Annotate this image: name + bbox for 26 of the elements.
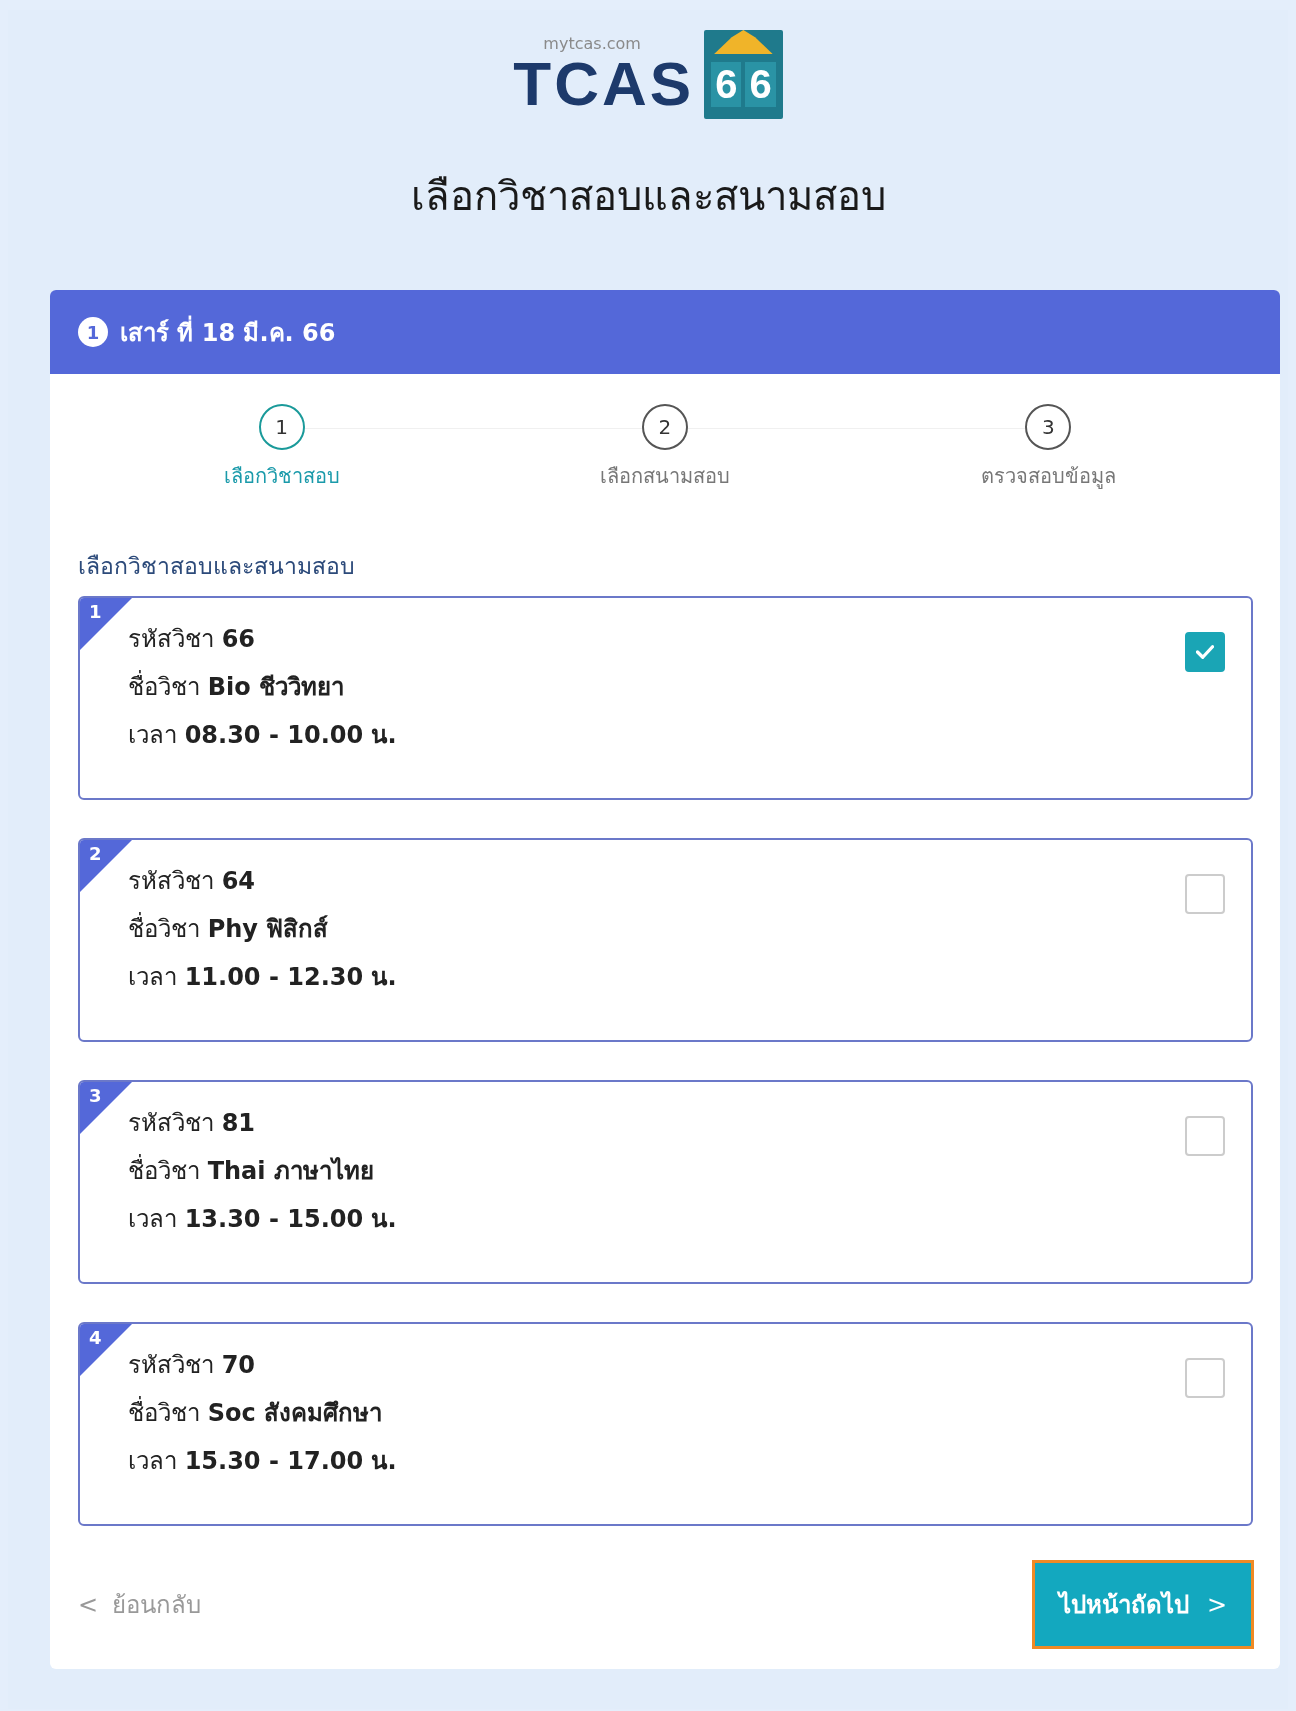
exam-time: เวลา 08.30 - 10.00 น. [128, 720, 397, 751]
step-label: เลือกสนามสอบ [600, 463, 730, 490]
checkbox[interactable] [1185, 1116, 1225, 1156]
check-icon [1196, 645, 1214, 659]
checkbox[interactable] [1185, 632, 1225, 672]
step-number: 3 [1025, 404, 1072, 450]
day-label: เสาร์ ที่ 18 มี.ค. 66 [120, 312, 336, 352]
subject-name: ชื่อวิชา Bio ชีววิทยา [128, 668, 397, 706]
subject-name: ชื่อวิชา Thai ภาษาไทย [128, 1152, 397, 1190]
day-number: 1 [78, 317, 108, 347]
step-number: 1 [258, 404, 305, 450]
checkbox[interactable] [1185, 874, 1225, 914]
logo-wordmark: TCAS [513, 53, 695, 115]
page-title: เลือกวิชาสอบและสนามสอบ [409, 172, 887, 221]
subject-name: ชื่อวิชา Soc สังคมศึกษา [128, 1394, 397, 1432]
step-label: เลือกวิชาสอบ [223, 463, 340, 490]
book-logo: 6 6 [704, 30, 783, 119]
section-label: เลือกวิชาสอบและสนามสอบ [78, 552, 356, 581]
site-name: mytcas.com [543, 34, 641, 53]
exam-time: เวลา 15.30 - 17.00 น. [128, 1446, 397, 1477]
exam-time: เวลา 11.00 - 12.30 น. [128, 962, 397, 993]
step-label: ตรวจสอบข้อมูล [980, 463, 1116, 491]
exam-time: เวลา 13.30 - 15.00 น. [128, 1204, 397, 1235]
checkbox[interactable] [1185, 1358, 1225, 1398]
step-number: 2 [642, 404, 688, 450]
subject-name: ชื่อวิชา Phy ฟิสิกส์ [128, 910, 397, 948]
